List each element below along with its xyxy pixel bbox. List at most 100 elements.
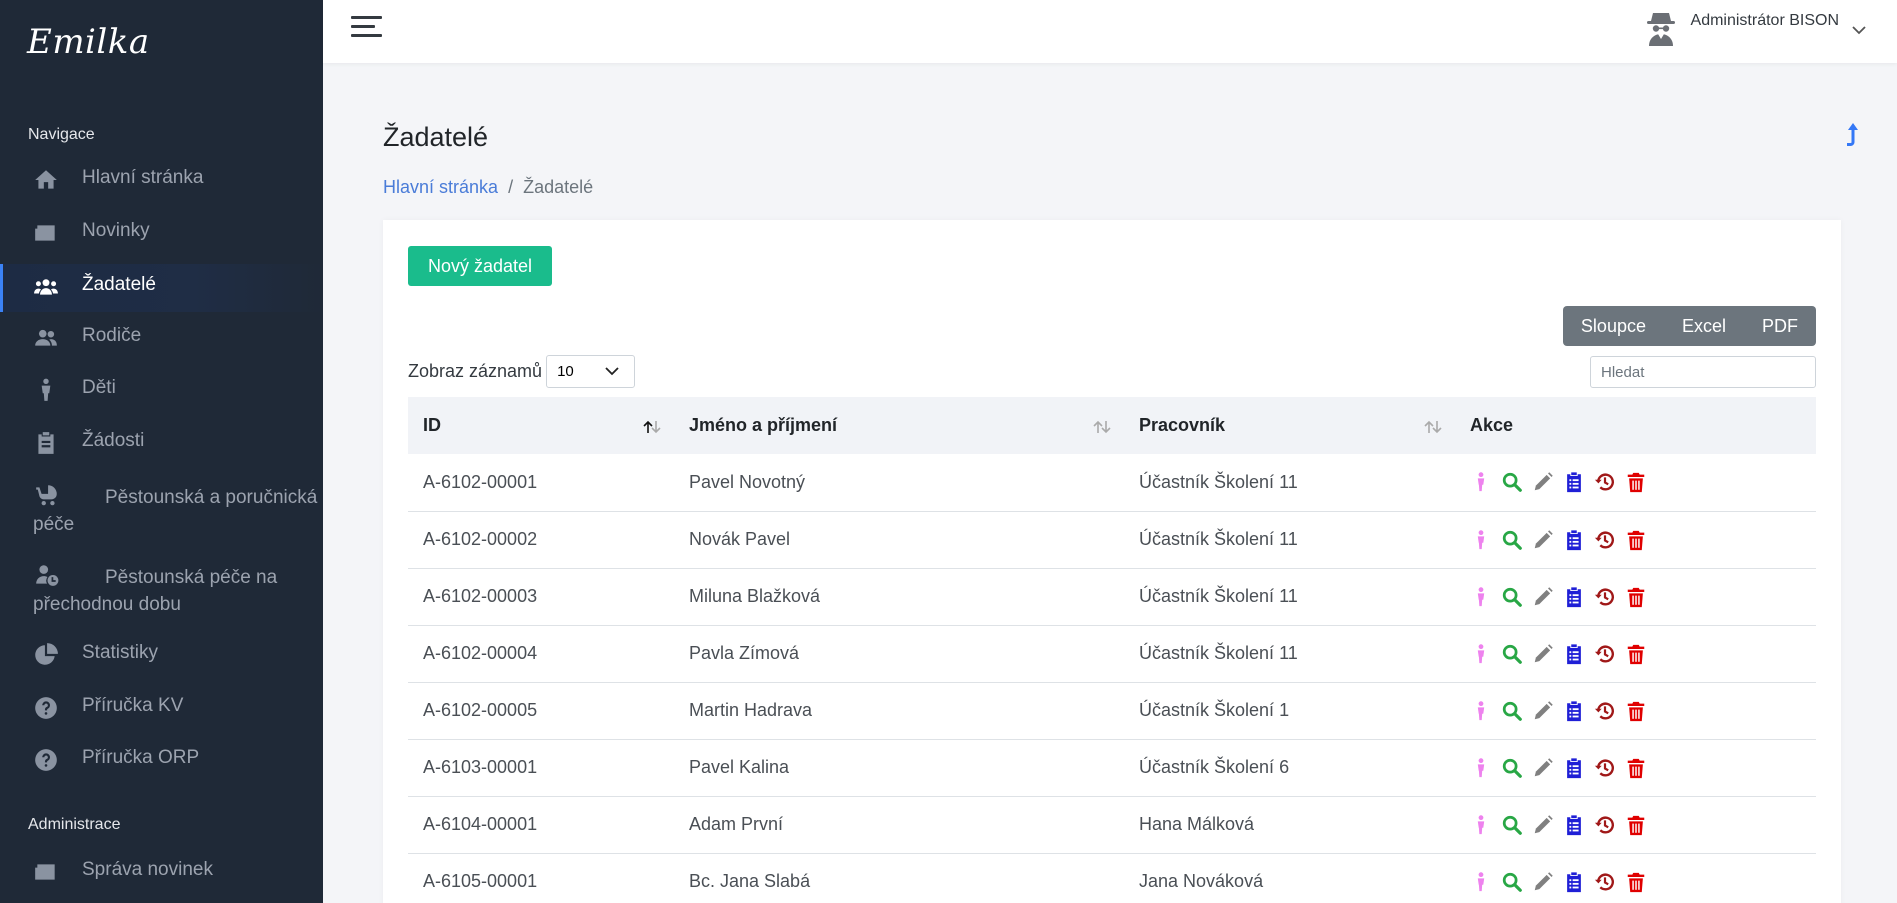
- sidebar-item-label: Děti: [82, 377, 116, 398]
- search-icon[interactable]: [1501, 643, 1523, 665]
- clipboard-list-icon[interactable]: [1563, 643, 1585, 665]
- sidebar-item-label: Pěstounská a poručnická: [105, 487, 318, 508]
- table-row[interactable]: A-6105-00001 Bc. Jana Slabá Jana Novákov…: [408, 853, 1816, 903]
- sidebar-item-statistics[interactable]: Statistiky: [0, 642, 323, 688]
- sidebar-item-requests[interactable]: Žádosti: [0, 430, 323, 476]
- page-length-select[interactable]: 10: [546, 355, 636, 388]
- pencil-icon[interactable]: [1532, 643, 1554, 665]
- table-row[interactable]: A-6102-00003 Miluna Blažková Účastník Šk…: [408, 568, 1816, 625]
- topbar: Administrátor BISON: [323, 0, 1897, 63]
- sidebar-item-news-admin[interactable]: Správa novinek: [0, 859, 323, 899]
- table-row[interactable]: A-6103-00001 Pavel Kalina Účastník Škole…: [408, 739, 1816, 796]
- table-row[interactable]: A-6102-00004 Pavla Zímová Účastník Škole…: [408, 625, 1816, 682]
- pencil-icon[interactable]: [1532, 586, 1554, 608]
- sidebar-item-temporary-foster-care[interactable]: Pěstounská péče na přechodnou dobu: [0, 562, 323, 618]
- history-icon[interactable]: [1594, 814, 1616, 836]
- user-group-icon: [32, 325, 60, 351]
- breadcrumb-home-link[interactable]: Hlavní stránka: [383, 177, 498, 197]
- child-icon[interactable]: [1470, 700, 1492, 722]
- search-icon[interactable]: [1501, 471, 1523, 493]
- history-icon[interactable]: [1594, 586, 1616, 608]
- column-header-actions: Akce: [1470, 415, 1514, 435]
- child-icon[interactable]: [1470, 471, 1492, 493]
- clipboard-list-icon[interactable]: [1563, 586, 1585, 608]
- stroller-icon: [33, 482, 61, 508]
- child-icon[interactable]: [1470, 643, 1492, 665]
- sidebar-item-label: Správa novinek: [82, 859, 213, 880]
- sidebar-item-children[interactable]: Děti: [0, 377, 323, 423]
- search-icon[interactable]: [1501, 757, 1523, 779]
- trash-icon[interactable]: [1625, 643, 1647, 665]
- trash-icon[interactable]: [1625, 700, 1647, 722]
- child-icon[interactable]: [1470, 757, 1492, 779]
- sidebar-item-home[interactable]: Hlavní stránka: [0, 167, 323, 213]
- child-icon[interactable]: [1470, 814, 1492, 836]
- cell-actions: [1455, 511, 1816, 568]
- column-header-id[interactable]: ID: [408, 397, 674, 454]
- pencil-icon[interactable]: [1532, 814, 1554, 836]
- clipboard-list-icon[interactable]: [1563, 471, 1585, 493]
- pencil-icon[interactable]: [1532, 471, 1554, 493]
- clipboard-list-icon[interactable]: [1563, 529, 1585, 551]
- clipboard-list-icon[interactable]: [1563, 757, 1585, 779]
- sidebar-item-manual-orp[interactable]: Příručka ORP: [0, 747, 323, 793]
- search-icon[interactable]: [1501, 871, 1523, 893]
- app-logo[interactable]: Emilka: [27, 22, 150, 62]
- user-menu[interactable]: Administrátor BISON: [1645, 10, 1867, 46]
- new-applicant-button[interactable]: Nový žadatel: [408, 246, 552, 286]
- search-icon[interactable]: [1501, 586, 1523, 608]
- search-icon[interactable]: [1501, 700, 1523, 722]
- history-icon[interactable]: [1594, 529, 1616, 551]
- table-row[interactable]: A-6104-00001 Adam První Hana Málková: [408, 796, 1816, 853]
- sidebar-item-label: Žadatelé: [82, 274, 156, 295]
- clipboard-list-icon[interactable]: [1563, 871, 1585, 893]
- table-row[interactable]: A-6102-00005 Martin Hadrava Účastník Ško…: [408, 682, 1816, 739]
- trash-icon[interactable]: [1625, 871, 1647, 893]
- child-icon[interactable]: [1470, 529, 1492, 551]
- table-row[interactable]: A-6102-00001 Pavel Novotný Účastník Škol…: [408, 454, 1816, 511]
- history-icon[interactable]: [1594, 643, 1616, 665]
- column-header-name[interactable]: Jméno a příjmení: [674, 397, 1124, 454]
- trash-icon[interactable]: [1625, 757, 1647, 779]
- cell-actions: [1455, 568, 1816, 625]
- trash-icon[interactable]: [1625, 529, 1647, 551]
- sidebar-item-foster-care[interactable]: Pěstounská a poručnická péče: [0, 482, 323, 538]
- cell-actions: [1455, 853, 1816, 903]
- sidebar-item-label: Novinky: [82, 220, 150, 241]
- child-icon[interactable]: [1470, 871, 1492, 893]
- breadcrumb-current: Žadatelé: [523, 177, 594, 197]
- child-icon[interactable]: [1470, 586, 1492, 608]
- trash-icon[interactable]: [1625, 471, 1647, 493]
- sidebar-item-label: Žádosti: [82, 430, 145, 451]
- history-icon[interactable]: [1594, 871, 1616, 893]
- page-length-control: Zobraz záznamů 10: [408, 355, 636, 388]
- sidebar-item-manual-kv[interactable]: Příručka KV: [0, 695, 323, 741]
- clipboard-list-icon[interactable]: [1563, 814, 1585, 836]
- pencil-icon[interactable]: [1532, 757, 1554, 779]
- pencil-icon[interactable]: [1532, 871, 1554, 893]
- pdf-button[interactable]: PDF: [1744, 306, 1816, 346]
- sidebar-item-label: Hlavní stránka: [82, 167, 204, 188]
- applicants-table: ID Jméno a příjmení Pracovník Akce A-610…: [408, 397, 1816, 903]
- search-icon[interactable]: [1501, 814, 1523, 836]
- search-input[interactable]: [1590, 356, 1816, 388]
- excel-button[interactable]: Excel: [1664, 306, 1744, 346]
- columns-button[interactable]: Sloupce: [1563, 306, 1664, 346]
- table-row[interactable]: A-6102-00002 Novák Pavel Účastník Školen…: [408, 511, 1816, 568]
- trash-icon[interactable]: [1625, 586, 1647, 608]
- menu-toggle-icon[interactable]: [351, 16, 382, 40]
- pencil-icon[interactable]: [1532, 529, 1554, 551]
- history-icon[interactable]: [1594, 700, 1616, 722]
- sidebar-item-applicants[interactable]: Žadatelé: [0, 264, 323, 312]
- sidebar-item-parents[interactable]: Rodiče: [0, 325, 323, 371]
- history-icon[interactable]: [1594, 757, 1616, 779]
- clipboard-list-icon[interactable]: [1563, 700, 1585, 722]
- level-up-icon[interactable]: [1843, 120, 1863, 150]
- sidebar-item-news[interactable]: Novinky: [0, 220, 323, 266]
- history-icon[interactable]: [1594, 471, 1616, 493]
- pencil-icon[interactable]: [1532, 700, 1554, 722]
- sort-icon: [1424, 420, 1442, 434]
- column-header-worker[interactable]: Pracovník: [1124, 397, 1455, 454]
- search-icon[interactable]: [1501, 529, 1523, 551]
- trash-icon[interactable]: [1625, 814, 1647, 836]
